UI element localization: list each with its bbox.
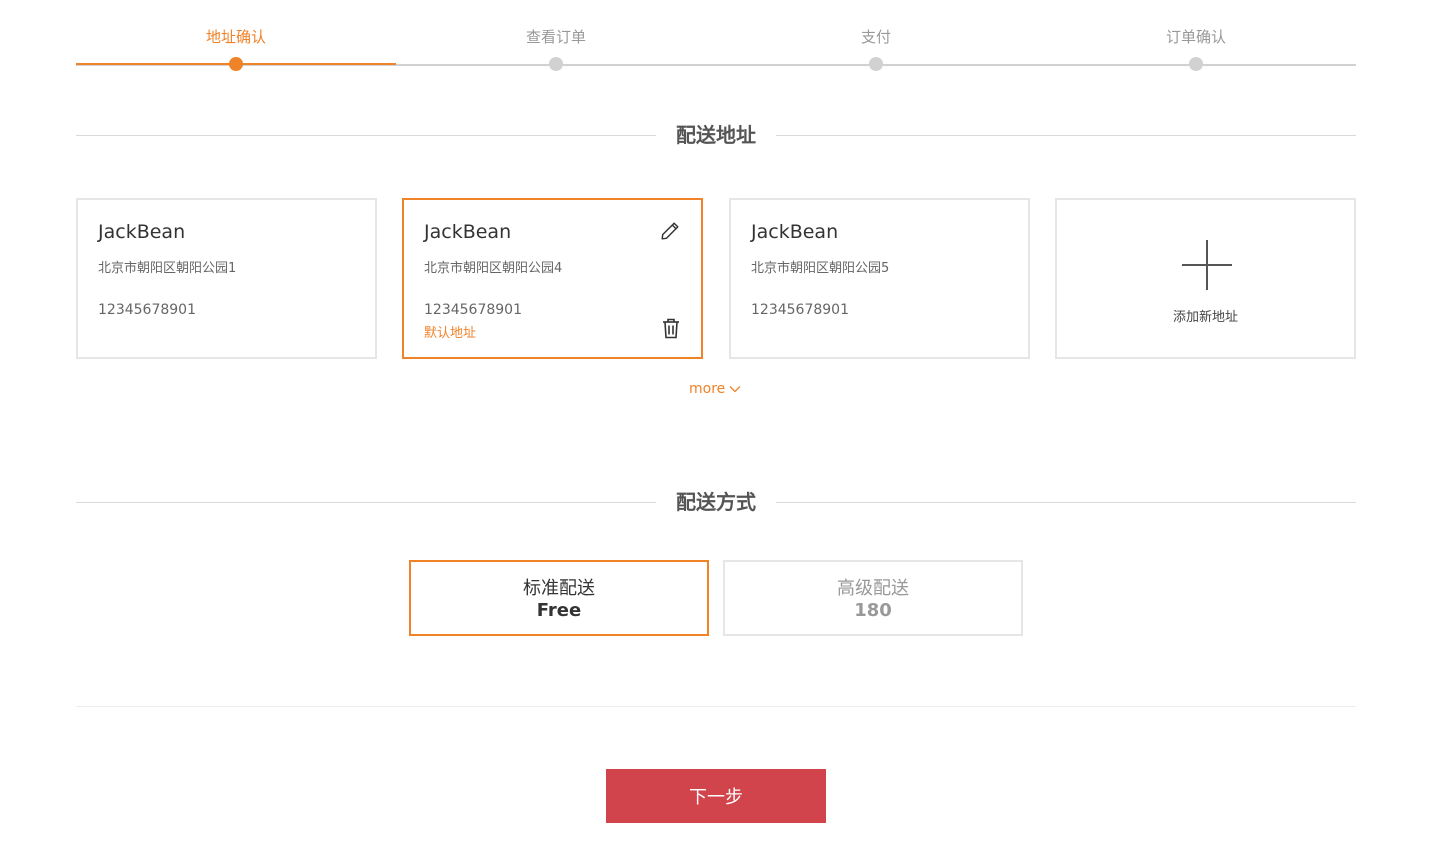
address-phone: 12345678901 — [751, 302, 849, 318]
address-text: 北京市朝阳区朝阳公园4 — [424, 261, 563, 276]
plus-icon — [1182, 240, 1232, 290]
add-address-label: 添加新地址 — [1172, 310, 1238, 325]
step-order-confirm[interactable]: 订单确认 — [1036, 0, 1356, 80]
step-dot — [1189, 57, 1203, 71]
default-address-badge: 默认地址 — [424, 326, 477, 341]
step-label: 订单确认 — [1165, 28, 1226, 46]
address-phone: 12345678901 — [98, 302, 196, 318]
checkout-stepper: 地址确认 查看订单 支付 订单确认 — [76, 0, 1356, 80]
shipping-option-standard[interactable]: 标准配送 Free — [409, 560, 709, 636]
footer-divider — [76, 706, 1356, 707]
step-dot — [549, 57, 563, 71]
step-dot — [869, 57, 883, 71]
address-text: 北京市朝阳区朝阳公园1 — [98, 261, 237, 276]
shipping-option-name: 标准配送 — [523, 578, 595, 599]
next-step-button[interactable]: 下一步 — [606, 769, 826, 823]
shipping-option-price: 180 — [854, 600, 892, 621]
shipping-option-name: 高级配送 — [837, 578, 909, 599]
more-label: more — [689, 381, 726, 397]
shipping-section-title: 配送方式 — [656, 487, 776, 517]
step-label: 查看订单 — [525, 28, 586, 46]
shipping-option-price: Free — [536, 600, 582, 621]
address-card-selected[interactable]: JackBean 北京市朝阳区朝阳公园4 12345678901 默认地址 — [402, 198, 703, 359]
chevron-down-icon — [729, 386, 741, 393]
trash-icon[interactable] — [661, 317, 681, 339]
address-card[interactable]: JackBean 北京市朝阳区朝阳公园1 12345678901 — [76, 198, 377, 359]
shipping-option-premium[interactable]: 高级配送 180 — [723, 560, 1023, 636]
pencil-icon[interactable] — [659, 220, 681, 242]
more-addresses-link[interactable]: more — [689, 381, 741, 397]
step-payment[interactable]: 支付 — [716, 0, 1036, 80]
shipping-section-header: 配送方式 — [76, 487, 1356, 517]
address-section-title: 配送地址 — [656, 120, 776, 150]
address-section-header: 配送地址 — [76, 120, 1356, 150]
step-dot — [229, 57, 243, 71]
step-label: 地址确认 — [205, 28, 266, 46]
address-phone: 12345678901 — [424, 302, 522, 318]
add-address-button[interactable]: 添加新地址 — [1055, 198, 1356, 359]
address-text: 北京市朝阳区朝阳公园5 — [751, 261, 890, 276]
address-name: JackBean — [424, 221, 512, 243]
address-name: JackBean — [751, 221, 839, 243]
address-name: JackBean — [98, 221, 186, 243]
step-address-confirm[interactable]: 地址确认 — [76, 0, 396, 80]
step-view-order[interactable]: 查看订单 — [396, 0, 716, 80]
address-card[interactable]: JackBean 北京市朝阳区朝阳公园5 12345678901 — [729, 198, 1030, 359]
step-label: 支付 — [860, 28, 891, 46]
